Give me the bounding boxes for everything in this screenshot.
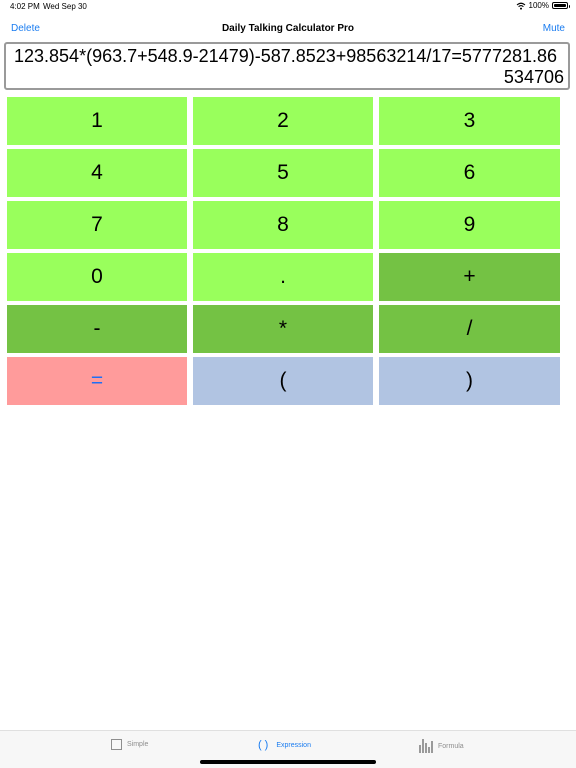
- navigation-bar: Delete Daily Talking Calculator Pro Mute: [0, 14, 576, 42]
- key-divide[interactable]: /: [379, 305, 560, 353]
- key-5[interactable]: 5: [193, 149, 373, 197]
- tab-label: Expression: [276, 741, 311, 749]
- key-minus[interactable]: -: [7, 305, 187, 353]
- key-decimal[interactable]: .: [193, 253, 373, 301]
- battery-icon: [552, 2, 570, 9]
- battery-percent: 100%: [528, 1, 549, 10]
- key-1[interactable]: 1: [7, 97, 187, 145]
- key-plus[interactable]: +: [379, 253, 560, 301]
- key-open-paren[interactable]: (: [193, 357, 373, 405]
- status-bar: 4:02 PM Wed Sep 30 100%: [0, 0, 576, 14]
- square-icon: [111, 739, 122, 750]
- key-6[interactable]: 6: [379, 149, 560, 197]
- wifi-icon: [516, 2, 525, 10]
- key-7[interactable]: 7: [7, 201, 187, 249]
- status-date: Wed Sep 30: [43, 2, 87, 11]
- key-4[interactable]: 4: [7, 149, 187, 197]
- bar-chart-icon: [419, 739, 433, 753]
- app-title: Daily Talking Calculator Pro: [221, 23, 355, 34]
- key-8[interactable]: 8: [193, 201, 373, 249]
- expression-display: 123.854*(963.7+548.9-21479)-587.8523+985…: [4, 42, 570, 90]
- keypad: 1 2 3 4 5 6 7 8 9 0 . + - * / = ( ): [7, 97, 561, 405]
- parentheses-icon: (): [258, 739, 272, 751]
- status-time: 4:02 PM: [10, 2, 40, 11]
- key-2[interactable]: 2: [193, 97, 373, 145]
- mute-button[interactable]: Mute: [543, 23, 565, 34]
- key-close-paren[interactable]: ): [379, 357, 560, 405]
- key-multiply[interactable]: *: [193, 305, 373, 353]
- tab-formula[interactable]: Formula: [419, 739, 464, 753]
- tab-label: Formula: [438, 742, 464, 750]
- key-3[interactable]: 3: [379, 97, 560, 145]
- tab-simple[interactable]: Simple: [111, 739, 148, 750]
- key-9[interactable]: 9: [379, 201, 560, 249]
- tab-expression[interactable]: () Expression: [258, 739, 311, 751]
- key-equals[interactable]: =: [7, 357, 187, 405]
- key-0[interactable]: 0: [7, 253, 187, 301]
- tab-label: Simple: [127, 741, 149, 748]
- home-indicator: [200, 760, 376, 764]
- status-indicators: 100%: [516, 1, 570, 10]
